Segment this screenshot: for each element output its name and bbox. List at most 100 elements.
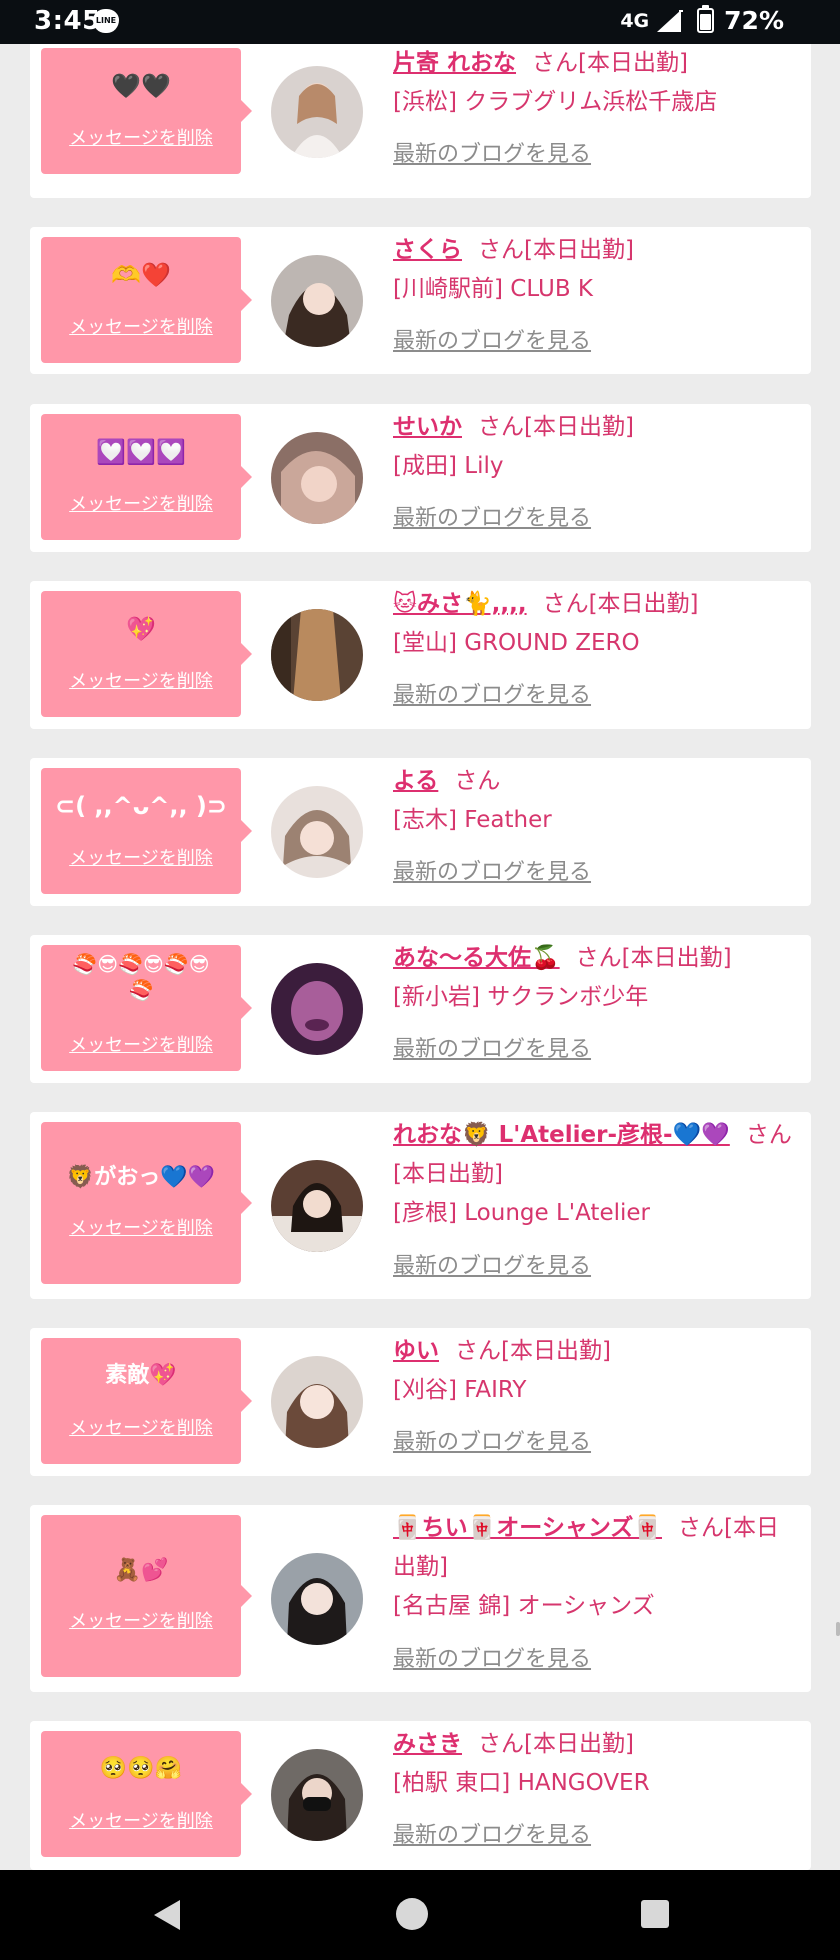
recents-square-icon[interactable] [641,1900,669,1928]
avatar[interactable] [271,609,363,701]
honorific-status: さん[本日出勤] [478,1731,634,1757]
message-text: 🫶❤️ [111,261,171,289]
blog-link[interactable]: 最新のブログを見る [393,1031,591,1063]
back-triangle-icon[interactable] [152,1898,184,1932]
blog-link[interactable]: 最新のブログを見る [393,500,591,532]
girl-name-link[interactable]: さくら [393,237,462,263]
girl-info: 🐱みさ🐈,,,, さん[本日出勤] [堂山] GROUND ZERO [393,585,797,663]
blog-link[interactable]: 最新のブログを見る [393,677,591,709]
shop-label: [名古屋 錦] オーシャンズ [393,1593,655,1619]
navigation-bar [0,1870,840,1960]
girl-name-link[interactable]: 🀄ちい🀄オーシャンズ🀄 [393,1515,662,1541]
blog-link[interactable]: 最新のブログを見る [393,1248,591,1280]
avatar[interactable] [271,1356,363,1448]
message-bubble: 🥺🥺🤗 メッセージを削除 [41,1731,252,1857]
girl-info: みさき さん[本日出勤] [柏駅 東口] HANGOVER [393,1725,797,1803]
home-circle-icon[interactable] [396,1898,428,1930]
delete-message-link[interactable]: メッセージを削除 [41,124,241,150]
honorific-status: さん[本日 [678,1515,779,1541]
message-bubble: 💟💟💟 メッセージを削除 [41,414,252,540]
avatar[interactable] [271,1749,363,1841]
status-time: 3:45 [34,6,101,36]
girl-info: ゆい さん[本日出勤] [刈谷] FAIRY [393,1332,797,1410]
honorific-status: さん[本日出勤] [478,414,634,440]
avatar[interactable] [271,66,363,158]
list-item: 素敵💖 メッセージを削除 ゆい さん[本日出勤] [刈谷] FAIRY 最新のブロ… [30,1328,811,1476]
girl-name-link[interactable]: あな～る大佐🍒 [393,945,560,971]
girl-name-link[interactable]: 片寄 れおな [393,50,516,76]
battery-icon [697,5,715,33]
list-item: 🦁がおっ💙💜 メッセージを削除 れおな🦁 L'Atelier-彦根-💙💜 さん [… [30,1112,811,1299]
delete-message-link[interactable]: メッセージを削除 [41,1414,241,1440]
girl-info: 片寄 れおな さん[本日出勤] [浜松] クラブグリム浜松千歳店 [393,44,797,122]
message-bubble: 🧸💕 メッセージを削除 [41,1515,252,1677]
message-text: ⊂( ,,^ᴗ^,, )⊃ [54,792,228,820]
blog-link[interactable]: 最新のブログを見る [393,854,591,886]
honorific-status: さん[本日出勤] [575,945,732,971]
message-list[interactable]: 🖤🖤 メッセージを削除 片寄 れおな さん[本日出勤] [浜松] クラブグリム浜松… [0,44,840,1870]
blog-link[interactable]: 最新のブログを見る [393,1817,591,1849]
status-bar: 3:45 LINE 4G 72% [0,0,840,44]
delete-message-link[interactable]: メッセージを削除 [41,1607,241,1633]
message-text: 素敵💖 [105,1363,177,1388]
girl-name-link[interactable]: 🐱みさ🐈,,,, [393,591,527,617]
delete-message-link[interactable]: メッセージを削除 [41,1807,241,1833]
honorific-status: さん[本日出勤] [532,50,688,76]
blog-link[interactable]: 最新のブログを見る [393,1424,591,1456]
delete-message-link[interactable]: メッセージを削除 [41,844,241,870]
shop-label: [刈谷] FAIRY [393,1377,527,1403]
message-bubble: ⊂( ,,^ᴗ^,, )⊃ メッセージを削除 [41,768,252,894]
list-item: 🖤🖤 メッセージを削除 片寄 れおな さん[本日出勤] [浜松] クラブグリム浜松… [30,44,811,198]
delete-message-link[interactable]: メッセージを削除 [41,1031,241,1057]
honorific-status: さん[本日出勤] [542,591,699,617]
page: 3:45 LINE 4G 72% 🖤🖤 メッセージを削除 片寄 れおな さん[本… [0,0,840,1960]
girl-info: 🀄ちい🀄オーシャンズ🀄 さん[本日 出勤] [名古屋 錦] オーシャンズ [393,1509,797,1626]
honorific-status: さん[本日出勤] [478,237,634,263]
honorific-status: さん[本日出勤] [455,1338,611,1364]
line-icon: LINE [93,9,119,33]
list-item: 🫶❤️ メッセージを削除 さくら さん[本日出勤] [川崎駅前] CLUB K 最… [30,227,811,374]
message-text: 🍣😎🍣😎🍣😎 🍣 [72,952,210,1002]
message-bubble: 🦁がおっ💙💜 メッセージを削除 [41,1122,252,1284]
scrollbar-thumb[interactable] [836,1622,840,1636]
avatar[interactable] [271,255,363,347]
girl-name-link[interactable]: みさき [393,1731,462,1757]
honorific-status-continued: [本日出勤] [393,1161,503,1187]
blog-link[interactable]: 最新のブログを見る [393,136,591,168]
delete-message-link[interactable]: メッセージを削除 [41,490,241,516]
list-item: 💖 メッセージを削除 🐱みさ🐈,,,, さん[本日出勤] [堂山] GROUND … [30,581,811,729]
delete-message-link[interactable]: メッセージを削除 [41,313,241,339]
message-bubble: 💖 メッセージを削除 [41,591,252,717]
shop-label: [川崎駅前] CLUB K [393,276,593,302]
list-item: ⊂( ,,^ᴗ^,, )⊃ メッセージを削除 よる さん [志木] Feather… [30,758,811,906]
blog-link[interactable]: 最新のブログを見る [393,1641,591,1673]
girl-info: さくら さん[本日出勤] [川崎駅前] CLUB K [393,231,797,309]
list-item: 🍣😎🍣😎🍣😎 🍣 メッセージを削除 あな～る大佐🍒 さん[本日出勤] [新小岩] … [30,935,811,1083]
blog-link[interactable]: 最新のブログを見る [393,323,591,355]
girl-name-link[interactable]: ゆい [393,1338,439,1364]
girl-name-link[interactable]: よる [393,768,438,794]
signal-icon [657,9,684,32]
message-bubble: 🫶❤️ メッセージを削除 [41,237,252,363]
shop-label: [新小岩] サクランボ少年 [393,984,649,1010]
girl-info: せいか さん[本日出勤] [成田] Lily [393,408,797,486]
delete-message-link[interactable]: メッセージを削除 [41,1214,241,1240]
shop-label: [志木] Feather [393,807,552,833]
avatar[interactable] [271,1553,363,1645]
message-text: 🦁がおっ💙💜 [66,1165,216,1190]
avatar[interactable] [271,963,363,1055]
battery-percent: 72% [724,6,784,35]
list-item: 🥺🥺🤗 メッセージを削除 みさき さん[本日出勤] [柏駅 東口] HANGOVE… [30,1721,811,1870]
status-indicators: 4G 72% [620,5,784,35]
girl-name-link[interactable]: れおな🦁 L'Atelier-彦根-💙💜 [393,1122,730,1148]
girl-name-link[interactable]: せいか [393,414,462,440]
avatar[interactable] [271,786,363,878]
shop-label: [彦根] Lounge L'Atelier [393,1200,650,1226]
message-text: 🖤🖤 [111,72,171,100]
shop-label: [成田] Lily [393,453,504,479]
delete-message-link[interactable]: メッセージを削除 [41,667,241,693]
avatar[interactable] [271,1160,363,1252]
honorific-status-continued: 出勤] [393,1554,448,1580]
avatar[interactable] [271,432,363,524]
network-type: 4G [620,9,650,32]
